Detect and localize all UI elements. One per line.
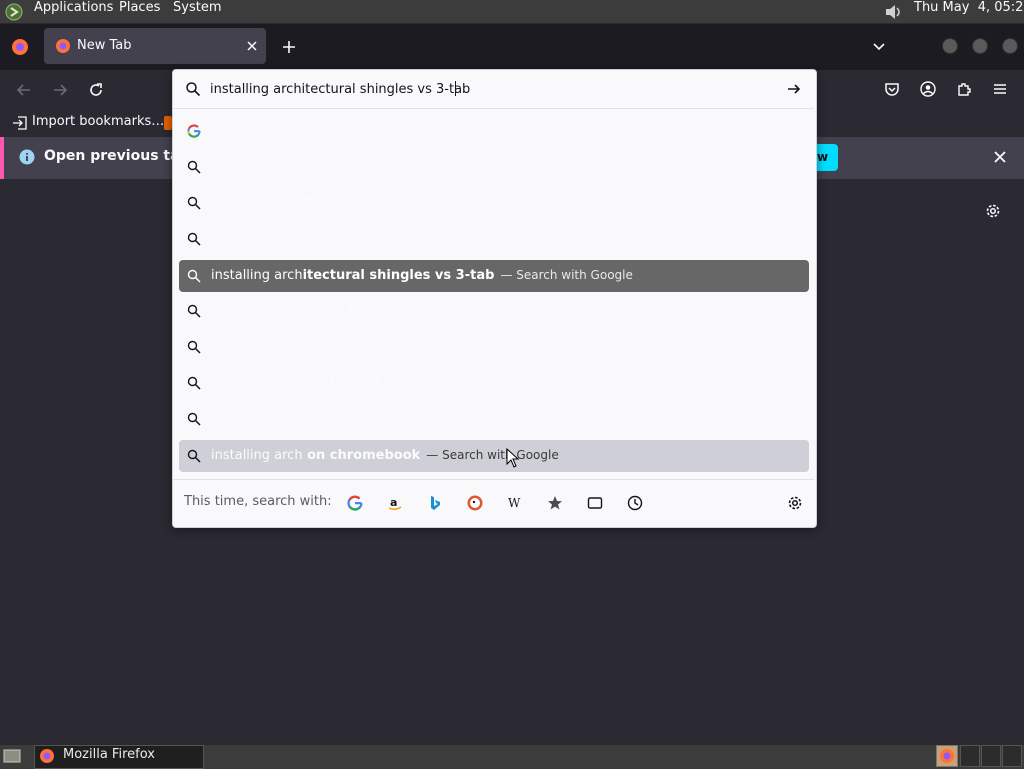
- app-menu-icon[interactable]: [992, 81, 1008, 97]
- search-icon: [187, 196, 201, 210]
- minimize-window-icon[interactable]: [942, 38, 958, 54]
- gnome-foot-icon[interactable]: [4, 2, 24, 22]
- suggestion-row[interactable]: installing arch linux: [179, 151, 809, 183]
- notification-text: Open previous tabs?: [44, 148, 172, 164]
- suggestion-prefix: installing arch: [211, 375, 303, 390]
- search-icon: [187, 232, 201, 246]
- go-arrow-icon[interactable]: [786, 81, 802, 97]
- notification-stripe: [0, 137, 4, 179]
- suggestion-completion: linux from usb: [302, 303, 413, 318]
- search-icon: [187, 449, 201, 463]
- tab-favicon-icon: [55, 38, 71, 54]
- suggestion-prefix: installing arch: [211, 339, 303, 354]
- bing-icon[interactable]: [427, 495, 443, 511]
- suggestion-row[interactable]: installing arch linux from usb: [179, 295, 809, 327]
- places-menu[interactable]: Places: [119, 0, 160, 15]
- suggestion-prefix: installing arch: [211, 268, 303, 283]
- system-menu[interactable]: System: [173, 0, 221, 15]
- search-icon: [187, 376, 201, 390]
- import-bookmarks-icon: [12, 115, 28, 131]
- info-icon: [19, 149, 35, 165]
- import-bookmarks-button[interactable]: Import bookmarks…: [32, 114, 164, 129]
- suggestion-row[interactable]: installing arched windows: [179, 403, 809, 435]
- suggestion-completion: linux on virtualbox: [302, 231, 445, 246]
- oneoff-divider: [173, 479, 814, 480]
- suggestion-prefix: installing arch: [211, 195, 303, 210]
- suggestion-prefix: installing arch: [211, 159, 303, 174]
- suggestion-row[interactable]: installing arch linux on virtualbox: [179, 223, 809, 255]
- wikipedia-icon[interactable]: W: [507, 495, 523, 511]
- search-icon: [187, 340, 201, 354]
- list-tabs-icon[interactable]: [871, 39, 887, 55]
- urlbar-search-icon: [185, 81, 201, 97]
- suggestion-completion: itectural shingles: [302, 195, 431, 210]
- mouse-pointer-icon: [506, 447, 520, 468]
- suggestion-row-hovered[interactable]: installing arch on chromebook — Search wi…: [179, 440, 809, 472]
- suggestion-prefix: installing arch: [211, 231, 303, 246]
- forward-icon[interactable]: [52, 82, 68, 98]
- clock[interactable]: Thu May 4, 05:26: [914, 0, 1024, 15]
- show-desktop-icon[interactable]: [3, 748, 21, 764]
- workspace-firefox-icon: [939, 748, 955, 764]
- suggestion-prefix: installing arch: [211, 123, 303, 138]
- newtab-settings-icon[interactable]: [984, 202, 1002, 220]
- suggestion-prefix: installing arch: [211, 411, 303, 426]
- maximize-window-icon[interactable]: [972, 38, 988, 54]
- suggestion-prefix: installing arch: [211, 303, 303, 318]
- search-icon: [187, 269, 201, 283]
- tab-title: New Tab: [77, 38, 132, 53]
- workspace-4[interactable]: [1002, 745, 1022, 767]
- applications-menu[interactable]: Applications: [34, 0, 113, 15]
- suggestion-completion: ed windows: [302, 411, 389, 426]
- history-icon[interactable]: [627, 495, 643, 511]
- back-icon[interactable]: [16, 82, 32, 98]
- search-icon: [187, 304, 201, 318]
- firefox-view-icon[interactable]: [10, 37, 30, 57]
- svg-text:a: a: [390, 496, 397, 509]
- amazon-icon[interactable]: a: [387, 495, 403, 511]
- pocket-icon[interactable]: [884, 81, 900, 97]
- suggestion-completion: linux on chromebook: [302, 339, 461, 354]
- volume-icon[interactable]: [882, 2, 904, 22]
- google-icon[interactable]: [347, 495, 363, 511]
- suggestion-completion: linux: [302, 159, 343, 174]
- suggestion-completion: on chromebook: [302, 448, 421, 463]
- suggestion-row[interactable]: installing arch linux on chromebook: [179, 331, 809, 363]
- duckduckgo-icon[interactable]: [467, 495, 483, 511]
- workspace-2[interactable]: [960, 745, 980, 767]
- suggestion-completion: ived r packages: [302, 375, 419, 390]
- urlbar-divider: [173, 108, 814, 109]
- tab-close-icon[interactable]: [245, 39, 259, 53]
- notification-action-button[interactable]: w: [815, 144, 838, 171]
- suggestion-hint: — Search with Google: [500, 268, 633, 282]
- svg-text:W: W: [508, 496, 521, 510]
- account-icon[interactable]: [920, 81, 936, 97]
- urlbar-input[interactable]: [210, 80, 770, 98]
- google-icon: [187, 124, 201, 138]
- suggestion-row[interactable]: installing arch: [179, 115, 809, 147]
- close-window-icon[interactable]: [1002, 38, 1018, 54]
- suggestion-hint: — Search with Google: [426, 448, 559, 462]
- bookmark-favicon-icon[interactable]: [164, 116, 172, 130]
- new-tab-icon[interactable]: [281, 39, 297, 55]
- suggestion-prefix: installing arch: [211, 448, 303, 463]
- tabs-icon[interactable]: [587, 495, 603, 511]
- workspace-3[interactable]: [981, 745, 1001, 767]
- search-icon: [187, 160, 201, 174]
- search-with-label: This time, search with:: [184, 494, 332, 509]
- suggestion-completion: itectural shingles vs 3-tab: [302, 268, 495, 283]
- suggestion-row[interactable]: installing architectural shingles: [179, 187, 809, 219]
- search-icon: [187, 412, 201, 426]
- reload-icon[interactable]: [88, 82, 104, 98]
- notification-close-icon[interactable]: [992, 149, 1008, 165]
- text-cursor: [455, 81, 456, 96]
- extensions-icon[interactable]: [956, 81, 972, 97]
- suggestion-row[interactable]: installing archived r packages: [179, 367, 809, 399]
- taskbar-firefox-icon: [39, 748, 55, 764]
- suggestion-row-selected[interactable]: installing architectural shingles vs 3-t…: [179, 260, 809, 292]
- search-settings-icon[interactable]: [786, 494, 804, 512]
- bookmarks-icon[interactable]: [547, 495, 563, 511]
- taskbar-window-label: Mozilla Firefox: [63, 747, 155, 762]
